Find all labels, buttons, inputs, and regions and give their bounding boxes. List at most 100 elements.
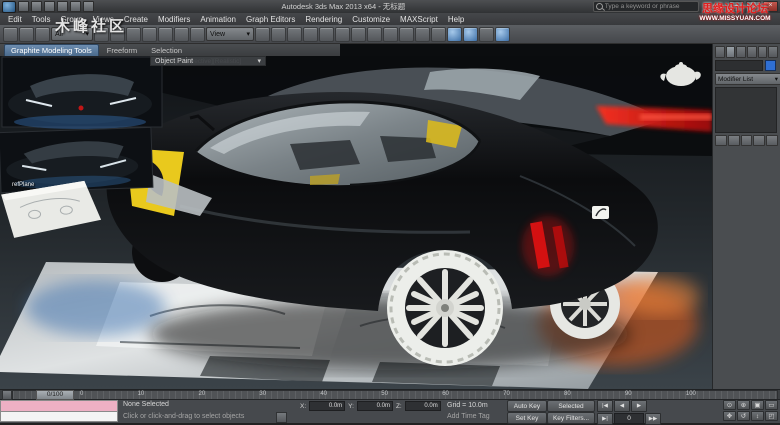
window-title: Autodesk 3ds Max 2013 x64 - 无标题 <box>96 1 591 12</box>
search-input[interactable] <box>605 3 689 11</box>
command-panel-tabs <box>715 46 778 58</box>
coord-z-field[interactable]: 0.0m <box>405 401 441 411</box>
select-rotate-icon[interactable] <box>174 27 189 42</box>
selection-lock-icon[interactable] <box>276 412 287 423</box>
coord-system-dropdown[interactable]: View ▾ <box>206 27 254 41</box>
create-tab-icon[interactable] <box>715 46 725 58</box>
configure-modifier-sets-icon[interactable] <box>766 135 778 146</box>
utilities-tab-icon[interactable] <box>768 46 778 58</box>
modifier-list-dropdown[interactable]: Modifier List ▾ <box>715 73 780 85</box>
max-app-button[interactable] <box>2 1 16 13</box>
coord-x-field[interactable]: 0.0m <box>309 401 345 411</box>
listener-line[interactable] <box>0 412 118 422</box>
rendered-frame-icon[interactable] <box>479 27 494 42</box>
select-link-icon[interactable] <box>3 27 18 42</box>
viewport-perspective[interactable] <box>0 56 712 389</box>
key-mode-dropdown[interactable]: Selected <box>547 400 595 412</box>
play-button[interactable]: ▶ <box>631 400 647 412</box>
tab-selection[interactable]: Selection <box>145 45 188 56</box>
maximize-viewport-icon[interactable]: ◰ <box>765 411 778 421</box>
window-crossing-icon[interactable] <box>142 27 157 42</box>
watermark-right: 思缘设计论坛 WWW.MISSYUAN.COM <box>691 3 779 22</box>
chevron-down-icon: ▾ <box>775 75 778 83</box>
zoom-region-icon[interactable]: ▭ <box>765 400 778 410</box>
menu-help[interactable]: Help <box>443 15 469 24</box>
menu-modifiers[interactable]: Modifiers <box>153 15 195 24</box>
zoom-all-icon[interactable]: ⊕ <box>737 400 750 410</box>
ribbon-toggle-icon[interactable] <box>399 27 414 42</box>
macro-recorder-line[interactable] <box>0 400 118 412</box>
orbit-icon[interactable]: ↺ <box>737 411 750 421</box>
ribbon-tabs: Graphite Modeling Tools Freeform Selecti… <box>0 44 340 56</box>
layer-manager-icon[interactable] <box>383 27 398 42</box>
render-production-icon[interactable] <box>495 27 510 42</box>
zoom-icon[interactable]: ⊙ <box>723 400 736 410</box>
previous-frame-button[interactable]: ◀ <box>614 400 630 412</box>
pin-stack-icon[interactable] <box>715 135 727 146</box>
menu-rendering[interactable]: Rendering <box>300 15 347 24</box>
select-scale-icon[interactable] <box>190 27 205 42</box>
menu-maxscript[interactable]: MAXScript <box>395 15 443 24</box>
undo-icon[interactable] <box>57 1 68 12</box>
tab-graphite-modeling-tools[interactable]: Graphite Modeling Tools <box>4 44 99 56</box>
search-box[interactable] <box>593 1 699 12</box>
snap-toggle-icon[interactable] <box>287 27 302 42</box>
select-manipulate-icon[interactable] <box>271 27 286 42</box>
open-file-icon[interactable] <box>31 1 42 12</box>
current-frame-field[interactable]: 0 <box>614 413 644 424</box>
rear-left-wheel <box>387 250 503 366</box>
zoom-extents-icon[interactable]: ▣ <box>751 400 764 410</box>
time-slider[interactable]: 0/100 <box>36 390 74 400</box>
menu-animation[interactable]: Animation <box>195 15 241 24</box>
menu-customize[interactable]: Customize <box>347 15 395 24</box>
next-frame-button[interactable]: ▶| <box>597 413 613 425</box>
align-icon[interactable] <box>367 27 382 42</box>
make-unique-icon[interactable] <box>741 135 753 146</box>
menu-graph-editors[interactable]: Graph Editors <box>241 15 300 24</box>
display-tab-icon[interactable] <box>758 46 768 58</box>
open-mini-curve-editor-icon[interactable] <box>2 390 12 400</box>
curve-editor-icon[interactable] <box>415 27 430 42</box>
viewport-render <box>0 56 712 389</box>
save-file-icon[interactable] <box>44 1 55 12</box>
modifier-stack[interactable] <box>715 87 777 133</box>
percent-snap-icon[interactable] <box>319 27 334 42</box>
set-key-button[interactable]: Set Key <box>507 412 547 424</box>
menu-edit[interactable]: Edit <box>3 15 27 24</box>
dolly-icon[interactable]: ↕ <box>751 411 764 421</box>
render-setup-icon[interactable] <box>463 27 478 42</box>
key-filters-button[interactable]: Key Filters... <box>547 412 595 424</box>
tab-freeform[interactable]: Freeform <box>101 45 143 56</box>
bind-spacewarp-icon[interactable] <box>35 27 50 42</box>
reference-image-1[interactable] <box>2 57 162 129</box>
coord-y-field[interactable]: 0.0m <box>357 401 393 411</box>
pan-icon[interactable]: ✥ <box>723 411 736 421</box>
add-time-tag[interactable]: Add Time Tag <box>447 413 490 420</box>
redo-icon[interactable] <box>70 1 81 12</box>
new-scene-icon[interactable] <box>18 1 29 12</box>
mirror-icon[interactable] <box>351 27 366 42</box>
auto-key-button[interactable]: Auto Key <box>507 400 547 412</box>
material-editor-icon[interactable] <box>447 27 462 42</box>
motion-tab-icon[interactable] <box>747 46 757 58</box>
go-to-start-button[interactable]: |◀ <box>597 400 613 412</box>
object-name-field[interactable] <box>715 60 763 71</box>
select-move-icon[interactable] <box>158 27 173 42</box>
object-color-swatch[interactable] <box>765 60 776 71</box>
tick-label: 30 <box>259 390 266 399</box>
go-to-end-button[interactable]: ▶▶ <box>645 413 661 425</box>
menu-tools[interactable]: Tools <box>27 15 56 24</box>
object-paint-panel[interactable]: Object Paint ▾ <box>150 56 266 66</box>
maxscript-mini-listener[interactable] <box>0 400 118 422</box>
project-folder-icon[interactable] <box>83 1 94 12</box>
unlink-icon[interactable] <box>19 27 34 42</box>
modify-tab-icon[interactable] <box>726 46 736 58</box>
hierarchy-tab-icon[interactable] <box>736 46 746 58</box>
show-end-result-icon[interactable] <box>728 135 740 146</box>
schematic-view-icon[interactable] <box>431 27 446 42</box>
use-pivot-icon[interactable] <box>255 27 270 42</box>
named-selection-sets-icon[interactable] <box>335 27 350 42</box>
remove-modifier-icon[interactable] <box>753 135 765 146</box>
region-shape-icon[interactable] <box>126 27 141 42</box>
angle-snap-icon[interactable] <box>303 27 318 42</box>
